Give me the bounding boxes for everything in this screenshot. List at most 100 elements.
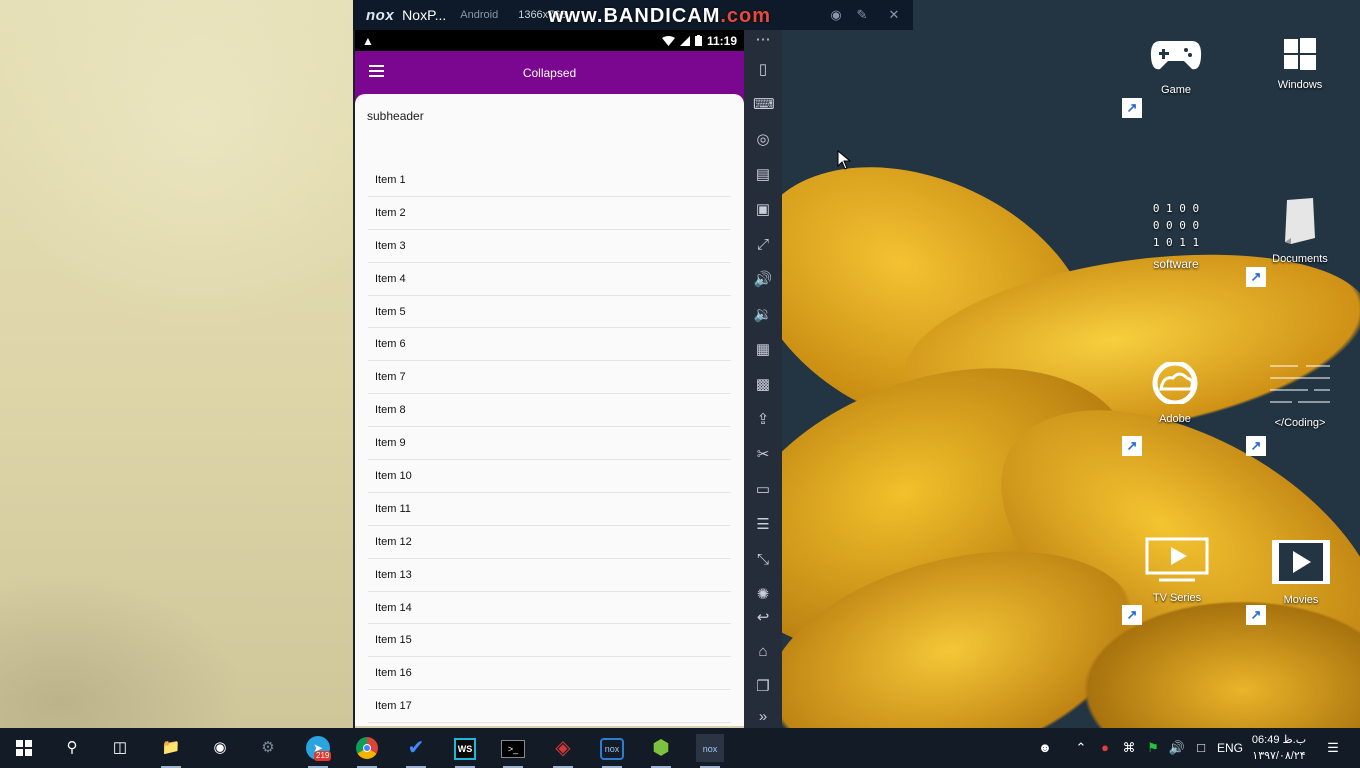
- desktop-icon-label: </Coding>: [1274, 417, 1326, 429]
- mouse-cursor-icon: [837, 150, 851, 170]
- list-item[interactable]: Item 13: [368, 559, 731, 592]
- close-icon[interactable]: ✕: [885, 6, 903, 24]
- fullscreen-icon[interactable]: ⤢: [753, 235, 773, 255]
- nox-player-icon[interactable]: nox: [696, 734, 724, 768]
- desktop-icon-label: TV Series: [1152, 592, 1202, 604]
- windows-logo-icon: [1284, 38, 1316, 70]
- toolbox-icon[interactable]: ▦: [753, 340, 773, 360]
- task-view-icon[interactable]: ◫: [106, 734, 134, 762]
- volume-down-icon[interactable]: 🔉: [753, 305, 773, 325]
- list-item[interactable]: Item 14: [368, 592, 731, 625]
- desktop-icon-software[interactable]: 0 1 0 0 0 0 0 0 1 0 1 1 software: [1131, 200, 1221, 271]
- scissors-icon[interactable]: ✂: [753, 445, 773, 465]
- list-item[interactable]: Item 15: [368, 624, 731, 658]
- pencil-icon[interactable]: ✎: [853, 6, 871, 24]
- file-explorer-icon[interactable]: 📁: [157, 734, 185, 768]
- screenshot-icon[interactable]: ▣: [753, 200, 773, 220]
- apk-install-icon[interactable]: ⇪: [753, 410, 773, 430]
- house-app-icon[interactable]: ⬢: [647, 734, 675, 768]
- terminal-icon[interactable]: >_: [499, 734, 527, 768]
- back-icon[interactable]: ↩: [753, 608, 773, 628]
- chart-icon[interactable]: ▭: [753, 480, 773, 500]
- desktop-icon-documents[interactable]: Documents: [1255, 198, 1345, 265]
- shake-icon[interactable]: ▯: [753, 60, 773, 80]
- language-indicator[interactable]: ENG: [1216, 739, 1244, 757]
- status-icons: 11:19: [661, 33, 737, 48]
- taskbar-clock[interactable]: 06:49 ب.ظ ۱۳۹۷/۰۸/۲۴: [1248, 732, 1310, 764]
- camera-icon[interactable]: ◉: [827, 6, 845, 24]
- media-app-icon[interactable]: ◉: [206, 734, 234, 762]
- shortcut-arrow-icon: ↗: [1122, 436, 1142, 456]
- expand-icon[interactable]: »: [753, 707, 773, 727]
- desktop-icon-adobe[interactable]: Adobe: [1130, 360, 1220, 425]
- keyboard-icon[interactable]: ⌨: [753, 95, 775, 115]
- flag-icon[interactable]: ⚑: [1144, 739, 1162, 757]
- checkmark-app-icon[interactable]: ✔: [402, 734, 430, 768]
- chrome-icon[interactable]: [353, 734, 381, 768]
- nox-app-icon[interactable]: nox: [598, 734, 626, 768]
- desktop-icon-game[interactable]: Game: [1131, 35, 1221, 96]
- list-item[interactable]: Item 1: [368, 164, 731, 197]
- list-item[interactable]: Item 9: [368, 427, 731, 461]
- android-status-bar: ▲ 11:19: [355, 30, 744, 51]
- desktop-icon-windows[interactable]: Windows: [1255, 38, 1345, 91]
- telegram-icon[interactable]: ➤ 219: [304, 734, 332, 768]
- emulator-side-toolbar: ⋯ ▯ ⌨ ◎ ▤ ▣ ⤢ 🔊 🔉 ▦ ▩ ⇪ ✂ ▭ ☰ ⤡ ✺ ↩ ⌂ ❐ …: [744, 30, 782, 728]
- battery-icon: [694, 35, 702, 46]
- document-icon: [1285, 198, 1315, 244]
- notifications-icon[interactable]: ☰: [1324, 739, 1342, 757]
- item-list[interactable]: Item 1 Item 2 Item 3 Item 4 Item 5 Item …: [368, 164, 731, 724]
- desktop-icon-coding[interactable]: </Coding>: [1255, 362, 1345, 429]
- network-icon[interactable]: □: [1192, 739, 1210, 757]
- list-item[interactable]: Item 7: [368, 361, 731, 395]
- list-item[interactable]: Item 4: [368, 263, 731, 296]
- resize-icon[interactable]: ⤡: [753, 550, 773, 570]
- windows-start-icon: [16, 740, 32, 756]
- volume-up-icon[interactable]: 🔊: [753, 270, 773, 290]
- desktop-icon-label: software: [1153, 257, 1199, 271]
- app-bar: Collapsed: [355, 51, 744, 94]
- list-item[interactable]: Item 5: [368, 296, 731, 329]
- list-item[interactable]: Item 2: [368, 197, 731, 230]
- nox-logo: nox: [366, 6, 395, 24]
- list-item[interactable]: Item 11: [368, 493, 731, 526]
- screen-icon[interactable]: ▤: [753, 165, 773, 185]
- shortcut-arrow-icon: ↗: [1122, 98, 1142, 118]
- list-item[interactable]: Item 3: [368, 230, 731, 263]
- list-item[interactable]: Item 12: [368, 526, 731, 559]
- desktop-icon-movies[interactable]: Movies: [1256, 539, 1346, 606]
- recent-apps-icon[interactable]: ❐: [753, 677, 773, 697]
- list-sheet[interactable]: subheader Item 1 Item 2 Item 3 Item 4 It…: [355, 94, 744, 726]
- hamburger-menu-icon[interactable]: [369, 65, 384, 77]
- webstorm-icon[interactable]: WS: [451, 734, 479, 768]
- menu-lines-icon[interactable]: ☰: [753, 515, 773, 535]
- diamond-app-icon[interactable]: ◈: [549, 734, 577, 768]
- list-item[interactable]: Item 16: [368, 657, 731, 691]
- watermark-suffix: .com: [720, 5, 772, 27]
- telegram-badge: 219: [314, 751, 332, 761]
- shortcut-arrow-icon: ↗: [1246, 267, 1266, 287]
- search-icon[interactable]: ⚲: [58, 734, 86, 762]
- home-icon[interactable]: ⌂: [753, 642, 773, 662]
- antivirus-icon[interactable]: ●: [1096, 739, 1114, 757]
- chevron-up-icon[interactable]: ⌃: [1072, 739, 1090, 757]
- app-content: subheader Item 1 Item 2 Item 3 Item 4 It…: [355, 94, 744, 726]
- status-time: 11:19: [706, 33, 737, 48]
- network-adapter-icon[interactable]: ⌘: [1120, 739, 1138, 757]
- speaker-icon[interactable]: 🔊: [1168, 739, 1186, 757]
- list-item[interactable]: Item 17: [368, 690, 731, 724]
- loading-icon[interactable]: ✺: [753, 585, 773, 605]
- list-item[interactable]: Item 6: [368, 328, 731, 362]
- location-icon[interactable]: ◎: [753, 130, 773, 150]
- list-item[interactable]: Item 10: [368, 460, 731, 493]
- gear-app-icon[interactable]: ⚙: [254, 734, 282, 762]
- people-icon[interactable]: ☻: [1036, 739, 1054, 757]
- multi-instance-icon[interactable]: ▩: [753, 375, 773, 395]
- desktop-icon-tv-series[interactable]: TV Series: [1132, 537, 1222, 604]
- start-button[interactable]: [10, 734, 38, 762]
- desktop-icon-label: Game: [1161, 84, 1191, 96]
- bandicam-watermark: www.BANDICAM.com: [548, 5, 771, 28]
- clock-time: 06:49 ب.ظ: [1251, 734, 1307, 746]
- list-item[interactable]: Item 8: [368, 394, 731, 428]
- more-options-icon[interactable]: ⋯: [753, 30, 773, 50]
